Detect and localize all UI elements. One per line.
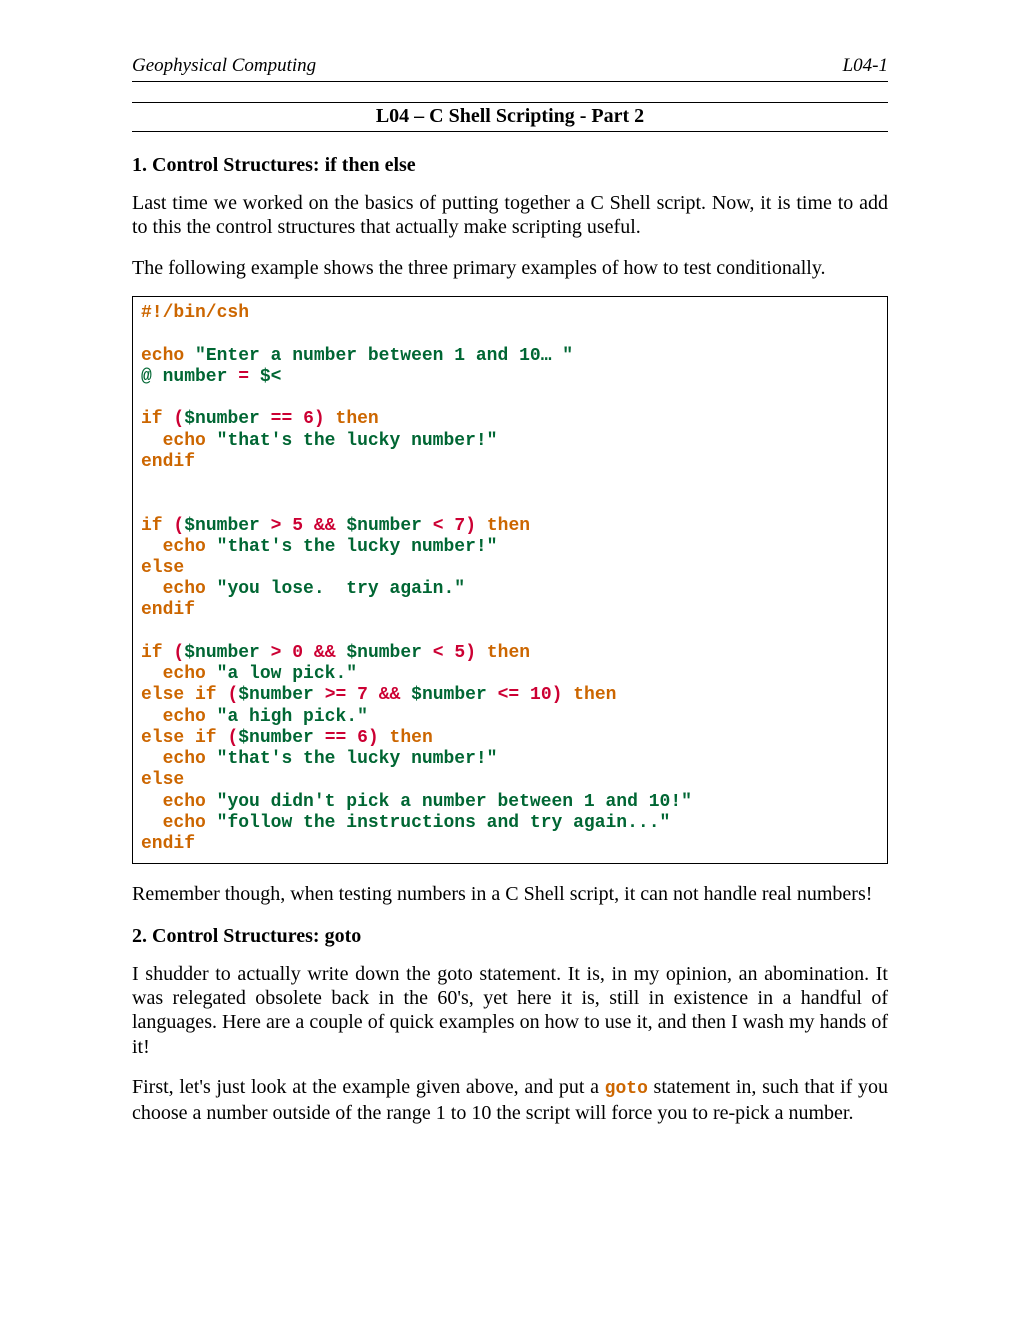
running-header: Geophysical Computing L04-1 <box>132 55 888 77</box>
code-shebang: #!/bin/csh <box>141 303 249 323</box>
section-1-para-1: Last time we worked on the basics of put… <box>132 191 888 240</box>
section-2-para-2: First, let's just look at the example gi… <box>132 1075 888 1125</box>
header-right: L04-1 <box>843 55 888 77</box>
title-bar: L04 – C Shell Scripting - Part 2 <box>132 102 888 132</box>
code-block-1: #!/bin/csh echo "Enter a number between … <box>132 296 888 864</box>
page-title: L04 – C Shell Scripting - Part 2 <box>376 105 644 127</box>
section-1-para-2: The following example shows the three pr… <box>132 256 888 280</box>
header-rule <box>132 81 888 82</box>
section-2-para-1: I shudder to actually write down the got… <box>132 962 888 1060</box>
page: Geophysical Computing L04-1 L04 – C Shel… <box>0 0 1020 1320</box>
section-2-heading: 2. Control Structures: goto <box>132 925 888 948</box>
mid-paragraph: Remember though, when testing numbers in… <box>132 882 888 906</box>
inline-goto-keyword: goto <box>605 1079 648 1099</box>
section-1-heading: 1. Control Structures: if then else <box>132 154 888 177</box>
header-left: Geophysical Computing <box>132 55 316 77</box>
